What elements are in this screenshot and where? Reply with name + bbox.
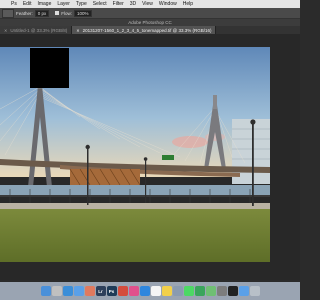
tab-tonemapped[interactable]: ✕ 20131207-1560_1_2_3_4_5_tonemapped.tif… (72, 26, 217, 34)
flow-label: Flow: (61, 10, 73, 16)
antialias-checkbox[interactable] (55, 11, 60, 15)
window-title-bar: Adobe Photoshop CC (0, 19, 300, 26)
redacted-block (30, 48, 69, 88)
menu-image[interactable]: Image (34, 1, 54, 7)
maps-icon[interactable] (205, 286, 216, 296)
tab-label: Untitled-1 @ 33.3% (RGB/8) (10, 27, 68, 33)
menu-type[interactable]: Type (73, 1, 90, 7)
menu-edit[interactable]: Edit (20, 1, 35, 7)
finder-icon[interactable] (40, 286, 51, 296)
photos-icon[interactable] (84, 286, 95, 296)
launchpad-icon[interactable] (51, 286, 62, 296)
preview-icon[interactable] (172, 286, 183, 296)
folder-icon[interactable] (238, 286, 249, 296)
tool-preset-icon[interactable] (2, 8, 14, 18)
menu-select[interactable]: Select (90, 1, 110, 7)
settings-icon[interactable] (216, 286, 227, 296)
safari-icon[interactable] (62, 286, 73, 296)
appstore-icon[interactable] (139, 286, 150, 296)
menu-layer[interactable]: Layer (54, 1, 73, 7)
document-tabs: ✕ Untitled-1 @ 33.3% (RGB/8) ✕ 20131207-… (0, 26, 300, 34)
dock: Lr Ps (0, 282, 300, 300)
menu-view[interactable]: View (139, 1, 156, 7)
tab-untitled[interactable]: ✕ Untitled-1 @ 33.3% (RGB/8) (0, 26, 73, 34)
messages-icon[interactable] (183, 286, 194, 296)
mail-icon[interactable] (73, 286, 84, 296)
lightroom-icon[interactable]: Lr (95, 286, 106, 296)
close-icon[interactable]: ✕ (76, 28, 79, 33)
chrome-icon[interactable] (117, 286, 128, 296)
menu-ps[interactable]: Ps (8, 1, 20, 7)
feather-label: Feather: (16, 10, 33, 16)
tab-label: 20131207-1560_1_2_3_4_5_tonemapped.tif @… (82, 27, 212, 33)
terminal-icon[interactable] (227, 286, 238, 296)
photoshop-icon[interactable]: Ps (106, 286, 117, 296)
options-bar: Feather: 0 px Flow: 100% (0, 8, 300, 19)
menu-filter[interactable]: Filter (110, 1, 127, 7)
menu-3d[interactable]: 3D (127, 1, 139, 7)
menu-window[interactable]: Window (156, 1, 180, 7)
close-icon[interactable]: ✕ (4, 28, 7, 33)
menu-help[interactable]: Help (180, 1, 196, 7)
menu-bar: Ps Edit Image Layer Type Select Filter 3… (0, 0, 300, 8)
facetime-icon[interactable] (194, 286, 205, 296)
feather-field[interactable]: 0 px (34, 9, 50, 17)
flow-field[interactable]: 100% (74, 9, 92, 17)
trash-icon[interactable] (249, 286, 260, 296)
notes-icon[interactable] (161, 286, 172, 296)
window-title: Adobe Photoshop CC (128, 20, 172, 25)
itunes-icon[interactable] (128, 286, 139, 296)
calendar-icon[interactable] (150, 286, 161, 296)
